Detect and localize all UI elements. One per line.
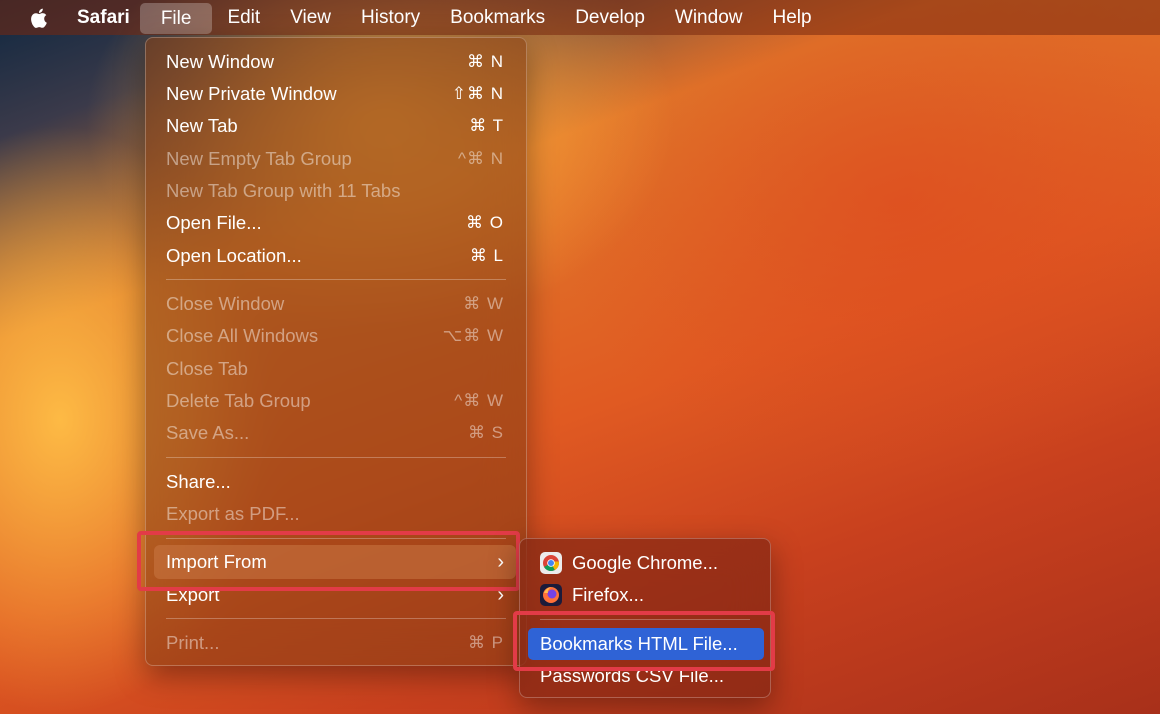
menu-item-close-window: Close Window ⌘ W bbox=[146, 288, 526, 320]
menu-item-shortcut: ⌘ N bbox=[467, 52, 504, 71]
menu-item-new-tab[interactable]: New Tab ⌘ T bbox=[146, 110, 526, 142]
menu-item-label: Close Window bbox=[166, 293, 285, 314]
menubar-window[interactable]: Window bbox=[660, 0, 758, 35]
menu-item-label: New Tab bbox=[166, 115, 238, 136]
apple-logo-icon[interactable] bbox=[29, 6, 51, 30]
menu-item-shortcut: ^⌘ N bbox=[458, 149, 504, 168]
menu-item-new-empty-tab-group: New Empty Tab Group ^⌘ N bbox=[146, 143, 526, 175]
menu-item-shortcut: ⌘ L bbox=[469, 246, 504, 265]
menu-item-shortcut: ⌘ T bbox=[469, 116, 504, 135]
menu-separator bbox=[166, 279, 506, 280]
menu-item-label: Open File... bbox=[166, 212, 262, 233]
menu-item-label: Export as PDF... bbox=[166, 503, 300, 524]
menu-item-delete-tab-group: Delete Tab Group ^⌘ W bbox=[146, 385, 526, 417]
menubar-edit[interactable]: Edit bbox=[212, 0, 275, 35]
menu-item-print: Print... ⌘ P bbox=[146, 627, 526, 659]
menubar-help[interactable]: Help bbox=[757, 0, 826, 35]
menu-item-label: Print... bbox=[166, 632, 220, 653]
menu-item-close-all-windows: Close All Windows ⌥⌘ W bbox=[146, 320, 526, 352]
firefox-icon bbox=[540, 584, 562, 606]
menu-item-shortcut: ⌘ S bbox=[467, 423, 504, 442]
menu-item-new-window[interactable]: New Window ⌘ N bbox=[146, 46, 526, 78]
menubar-bookmarks[interactable]: Bookmarks bbox=[435, 0, 560, 35]
menu-item-open-file[interactable]: Open File... ⌘ O bbox=[146, 207, 526, 239]
menu-item-label: Save As... bbox=[166, 422, 250, 443]
menu-item-close-tab: Close Tab bbox=[146, 353, 526, 385]
chrome-icon bbox=[540, 552, 562, 574]
menubar-develop[interactable]: Develop bbox=[560, 0, 660, 35]
submenu-item-label: Firefox... bbox=[572, 584, 644, 605]
menu-item-label: Open Location... bbox=[166, 245, 302, 266]
submenu-item-label: Google Chrome... bbox=[572, 552, 719, 573]
menu-bar: Safari File Edit View History Bookmarks … bbox=[0, 0, 1160, 35]
menu-item-label: Close All Windows bbox=[166, 325, 319, 346]
menu-item-shortcut: ⌘ O bbox=[466, 213, 504, 232]
menu-separator bbox=[166, 457, 506, 458]
menu-item-label: New Window bbox=[166, 51, 274, 72]
menubar-file[interactable]: File bbox=[139, 2, 213, 34]
menu-item-new-private-window[interactable]: New Private Window ⇧⌘ N bbox=[146, 78, 526, 110]
menu-item-shortcut: ⇧⌘ N bbox=[451, 84, 504, 103]
menu-item-label: Delete Tab Group bbox=[166, 390, 311, 411]
menu-item-open-location[interactable]: Open Location... ⌘ L bbox=[146, 240, 526, 272]
menu-item-new-tab-group-with-tabs: New Tab Group with 11 Tabs bbox=[146, 175, 526, 207]
menu-item-shortcut: ⌘ P bbox=[467, 633, 504, 652]
menu-item-save-as: Save As... ⌘ S bbox=[146, 417, 526, 449]
menu-item-export-as-pdf: Export as PDF... bbox=[146, 498, 526, 530]
menu-item-shortcut: ^⌘ W bbox=[454, 391, 504, 410]
menu-item-label: Share... bbox=[166, 471, 231, 492]
menu-item-label: New Empty Tab Group bbox=[166, 148, 352, 169]
menubar-app-safari[interactable]: Safari bbox=[77, 0, 140, 35]
menu-item-shortcut: ⌘ W bbox=[463, 294, 504, 313]
submenu-item-google-chrome[interactable]: Google Chrome... bbox=[520, 547, 770, 579]
menu-item-label: Close Tab bbox=[166, 358, 248, 379]
menubar-view[interactable]: View bbox=[275, 0, 346, 35]
menubar-history[interactable]: History bbox=[346, 0, 435, 35]
annotation-highlight-box bbox=[137, 531, 520, 591]
annotation-highlight-box bbox=[513, 611, 775, 671]
submenu-item-firefox[interactable]: Firefox... bbox=[520, 579, 770, 611]
menu-item-label: New Tab Group with 11 Tabs bbox=[166, 180, 401, 201]
menu-item-shortcut: ⌥⌘ W bbox=[442, 326, 504, 345]
menu-item-label: New Private Window bbox=[166, 83, 337, 104]
menu-separator bbox=[166, 618, 506, 619]
menu-item-share[interactable]: Share... bbox=[146, 466, 526, 498]
